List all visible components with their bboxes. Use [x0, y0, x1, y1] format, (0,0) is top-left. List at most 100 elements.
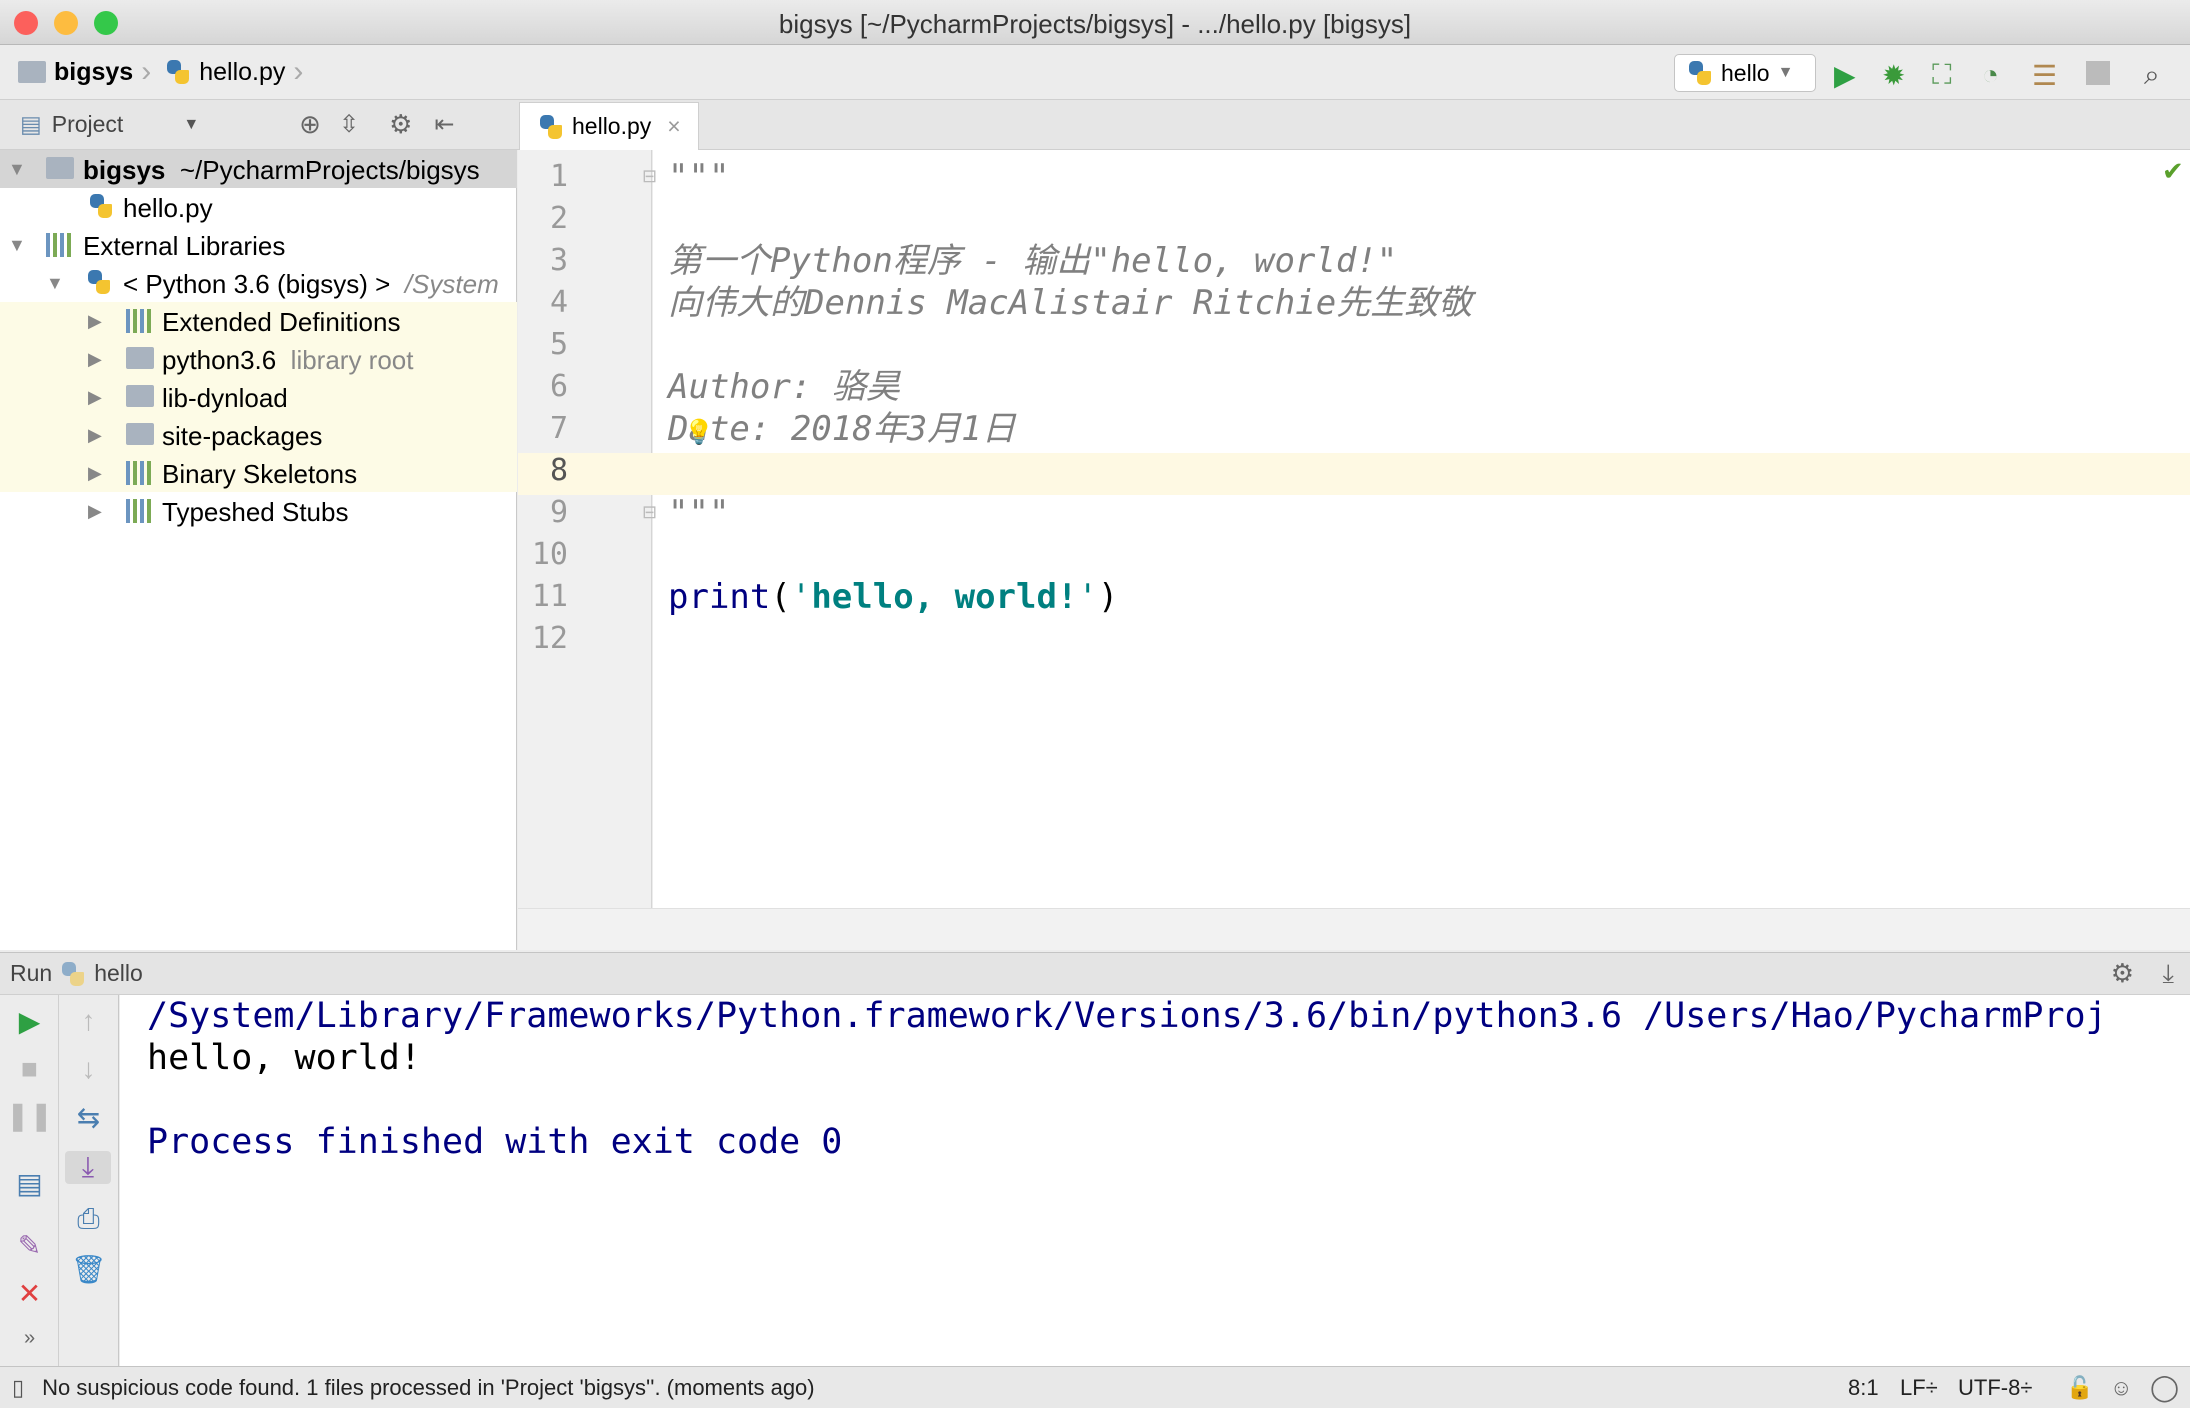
close-icon[interactable]: ✕	[0, 1277, 59, 1310]
line-separator[interactable]: LF÷	[1900, 1375, 1938, 1401]
file-encoding[interactable]: UTF-8÷	[1958, 1375, 2032, 1401]
stop-icon[interactable]: ■	[0, 1053, 59, 1085]
python-icon	[60, 961, 86, 987]
lightbulb-icon[interactable]: 💡	[684, 418, 714, 447]
down-arrow-icon[interactable]: ↓	[59, 1053, 118, 1085]
collapsed-arrow-icon[interactable]: ▶	[88, 463, 102, 484]
run-icon[interactable]: ▶	[1834, 59, 1856, 92]
more-icon[interactable]: »	[0, 1327, 59, 1350]
caret-position[interactable]: 8:1	[1848, 1375, 1879, 1401]
toggle-tool-windows-icon[interactable]: ▯	[12, 1375, 24, 1401]
collapsed-arrow-icon[interactable]: ▶	[88, 425, 102, 446]
folder-icon	[46, 157, 74, 179]
status-message[interactable]: No suspicious code found. 1 files proces…	[42, 1375, 815, 1401]
tree-item-lib-dynload[interactable]: ▶ lib-dynload	[0, 378, 517, 416]
line-number: 11	[531, 579, 568, 614]
fold-icon[interactable]: ⊟	[642, 502, 657, 523]
window-title: bigsys [~/PycharmProjects/bigsys] - .../…	[778, 9, 1412, 39]
locate-icon[interactable]: ⊕	[299, 109, 321, 140]
tab-hello-py[interactable]: hello.py ×	[519, 102, 699, 150]
restore-layout-icon[interactable]: ▤	[0, 1167, 59, 1200]
collapsed-arrow-icon[interactable]: ▶	[88, 349, 102, 370]
tree-item-python3-6[interactable]: ▶ python3.6 library root	[0, 340, 517, 378]
run-console[interactable]	[120, 995, 2190, 1366]
search-icon[interactable]: ⌕	[2144, 59, 2160, 92]
breadcrumb-bigsys[interactable]: bigsys ›	[0, 55, 161, 89]
library-icon	[126, 461, 154, 485]
tree-item-binary-skeletons[interactable]: ▶ Binary Skeletons	[0, 454, 517, 492]
line-number: 3	[549, 243, 568, 278]
scroll-to-end-icon[interactable]: ⤓	[65, 1151, 111, 1184]
console-output-line: hello, world!	[147, 1038, 421, 1078]
code-token: hello, world!	[811, 577, 1078, 617]
tree-item-typeshed-stubs[interactable]: ▶ Typeshed Stubs	[0, 492, 517, 530]
line-number: 10	[531, 537, 568, 572]
hide-panel-icon[interactable]: ⇤	[434, 110, 454, 139]
tree-item-site-packages[interactable]: ▶ site-packages	[0, 416, 517, 454]
line-number: 12	[531, 621, 568, 656]
collapsed-arrow-icon[interactable]: ▶	[88, 387, 102, 408]
run-config-dropdown[interactable]: hello ▼	[1674, 54, 1816, 92]
tree-item-external-libraries[interactable]: ▼ External Libraries	[0, 226, 517, 264]
debug-icon[interactable]: ✹	[1882, 59, 1905, 92]
code-token: '	[1077, 577, 1098, 617]
tree-item-python-sdk[interactable]: ▼ < Python 3.6 (bigsys) > /System	[0, 264, 517, 302]
chevron-down-icon[interactable]: ▼	[183, 116, 199, 134]
line-number: 4	[549, 285, 568, 320]
tree-item-extended-definitions[interactable]: ▶ Extended Definitions	[0, 302, 517, 340]
rerun-icon[interactable]: ▶	[0, 1005, 59, 1038]
project-view-dropdown[interactable]: Project	[52, 111, 124, 138]
library-icon	[126, 499, 154, 523]
editor-horizontal-scrollbar[interactable]	[518, 908, 2190, 950]
trash-icon[interactable]: 🗑	[59, 1253, 118, 1286]
pause-icon[interactable]: ❚❚	[0, 1099, 59, 1132]
pin-icon[interactable]: ✎	[0, 1229, 59, 1262]
tree-item-hello-py[interactable]: hello.py	[0, 188, 517, 226]
concurrency-icon[interactable]: ☰	[2032, 59, 2057, 92]
code-line: print('hello, world!')	[668, 576, 1118, 618]
project-icon: ▤	[20, 111, 42, 137]
tree-item-bigsys[interactable]: ▼ bigsys ~/PycharmProjects/bigsys	[0, 150, 517, 188]
navigation-bar: bigsys › hello.py › hello ▼ ▶ ✹ ⛶ ◔ ☰ ⌕	[0, 45, 2190, 100]
collapsed-arrow-icon[interactable]: ▶	[88, 501, 102, 522]
line-number: 1	[549, 159, 568, 194]
inspector-icon[interactable]: ☺	[2110, 1375, 2132, 1401]
line-number: 5	[549, 327, 568, 362]
inspection-ok-icon[interactable]: ✔	[2162, 156, 2184, 187]
line-number: 6	[549, 369, 568, 404]
gear-icon[interactable]: ⚙	[2111, 958, 2134, 989]
expanded-arrow-icon[interactable]: ▼	[8, 235, 26, 256]
coverage-icon[interactable]: ⛶	[1932, 59, 1952, 92]
code-token: (	[770, 577, 791, 617]
folder-icon	[126, 385, 154, 407]
code-line: 向伟大的Dennis MacAlistair Ritchie先生致敬	[668, 283, 1473, 323]
run-toolbar-primary: ▶ ■ ❚❚ ▤ ✎ ✕ »	[0, 995, 59, 1366]
collapsed-arrow-icon[interactable]: ▶	[88, 311, 102, 332]
profile-icon[interactable]: ◔	[1982, 59, 1999, 91]
python-file-icon	[538, 114, 564, 140]
up-arrow-icon[interactable]: ↑	[59, 1005, 118, 1037]
expanded-arrow-icon[interactable]: ▼	[8, 159, 26, 180]
code-line: """	[668, 157, 730, 197]
close-tab-icon[interactable]: ×	[667, 113, 680, 140]
folder-icon	[126, 347, 154, 369]
line-number: 9	[549, 495, 568, 530]
breadcrumb-hello-py[interactable]: hello.py ›	[161, 55, 313, 89]
code-token: '	[790, 577, 812, 617]
run-toolbar-secondary: ↑ ↓ ⇆ ⤓ ⎙ 🗑	[59, 995, 119, 1366]
run-tab-hello[interactable]: hello	[94, 960, 143, 987]
library-icon	[126, 309, 154, 333]
gear-icon[interactable]: ⚙	[389, 109, 412, 140]
folder-icon	[126, 423, 154, 445]
expanded-arrow-icon[interactable]: ▼	[46, 273, 64, 294]
stop-icon[interactable]	[2086, 61, 2110, 85]
fold-icon[interactable]: ⊟	[642, 166, 657, 187]
event-log-icon[interactable]: ◯	[2150, 1372, 2179, 1403]
collapse-all-icon[interactable]: ⇳	[339, 110, 359, 139]
soft-wrap-icon[interactable]: ⇆	[59, 1101, 118, 1134]
print-icon[interactable]: ⎙	[59, 1203, 118, 1236]
lock-icon[interactable]: 🔓	[2066, 1375, 2093, 1401]
chevron-down-icon: ▼	[1777, 64, 1794, 81]
library-icon	[46, 233, 74, 257]
hide-panel-icon[interactable]: ⤓	[2163, 958, 2175, 990]
